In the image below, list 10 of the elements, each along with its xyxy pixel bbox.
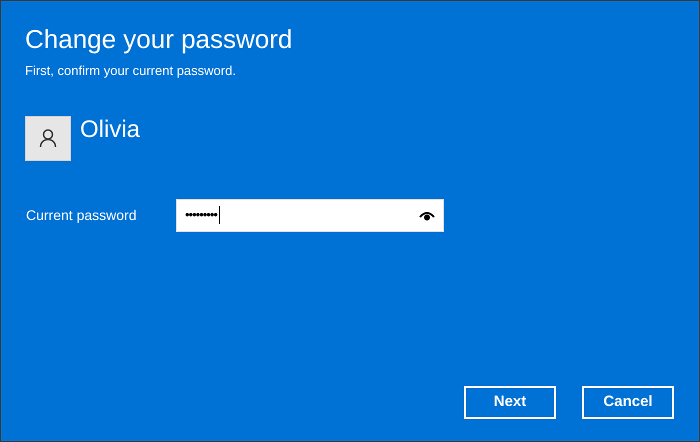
password-field[interactable]: ••••••••• [176, 198, 444, 232]
masked-password: ••••••••• [185, 206, 217, 224]
user-name: Olivia [80, 116, 140, 144]
cancel-button[interactable]: Cancel [582, 386, 674, 419]
person-icon [38, 128, 58, 148]
dialog-title: Change your password [25, 23, 294, 55]
eye-icon[interactable] [419, 210, 435, 220]
dialog-subtitle: First, confirm your current password. [25, 62, 237, 80]
field-label: Current password [25, 206, 138, 225]
next-button[interactable]: Next [464, 386, 556, 419]
